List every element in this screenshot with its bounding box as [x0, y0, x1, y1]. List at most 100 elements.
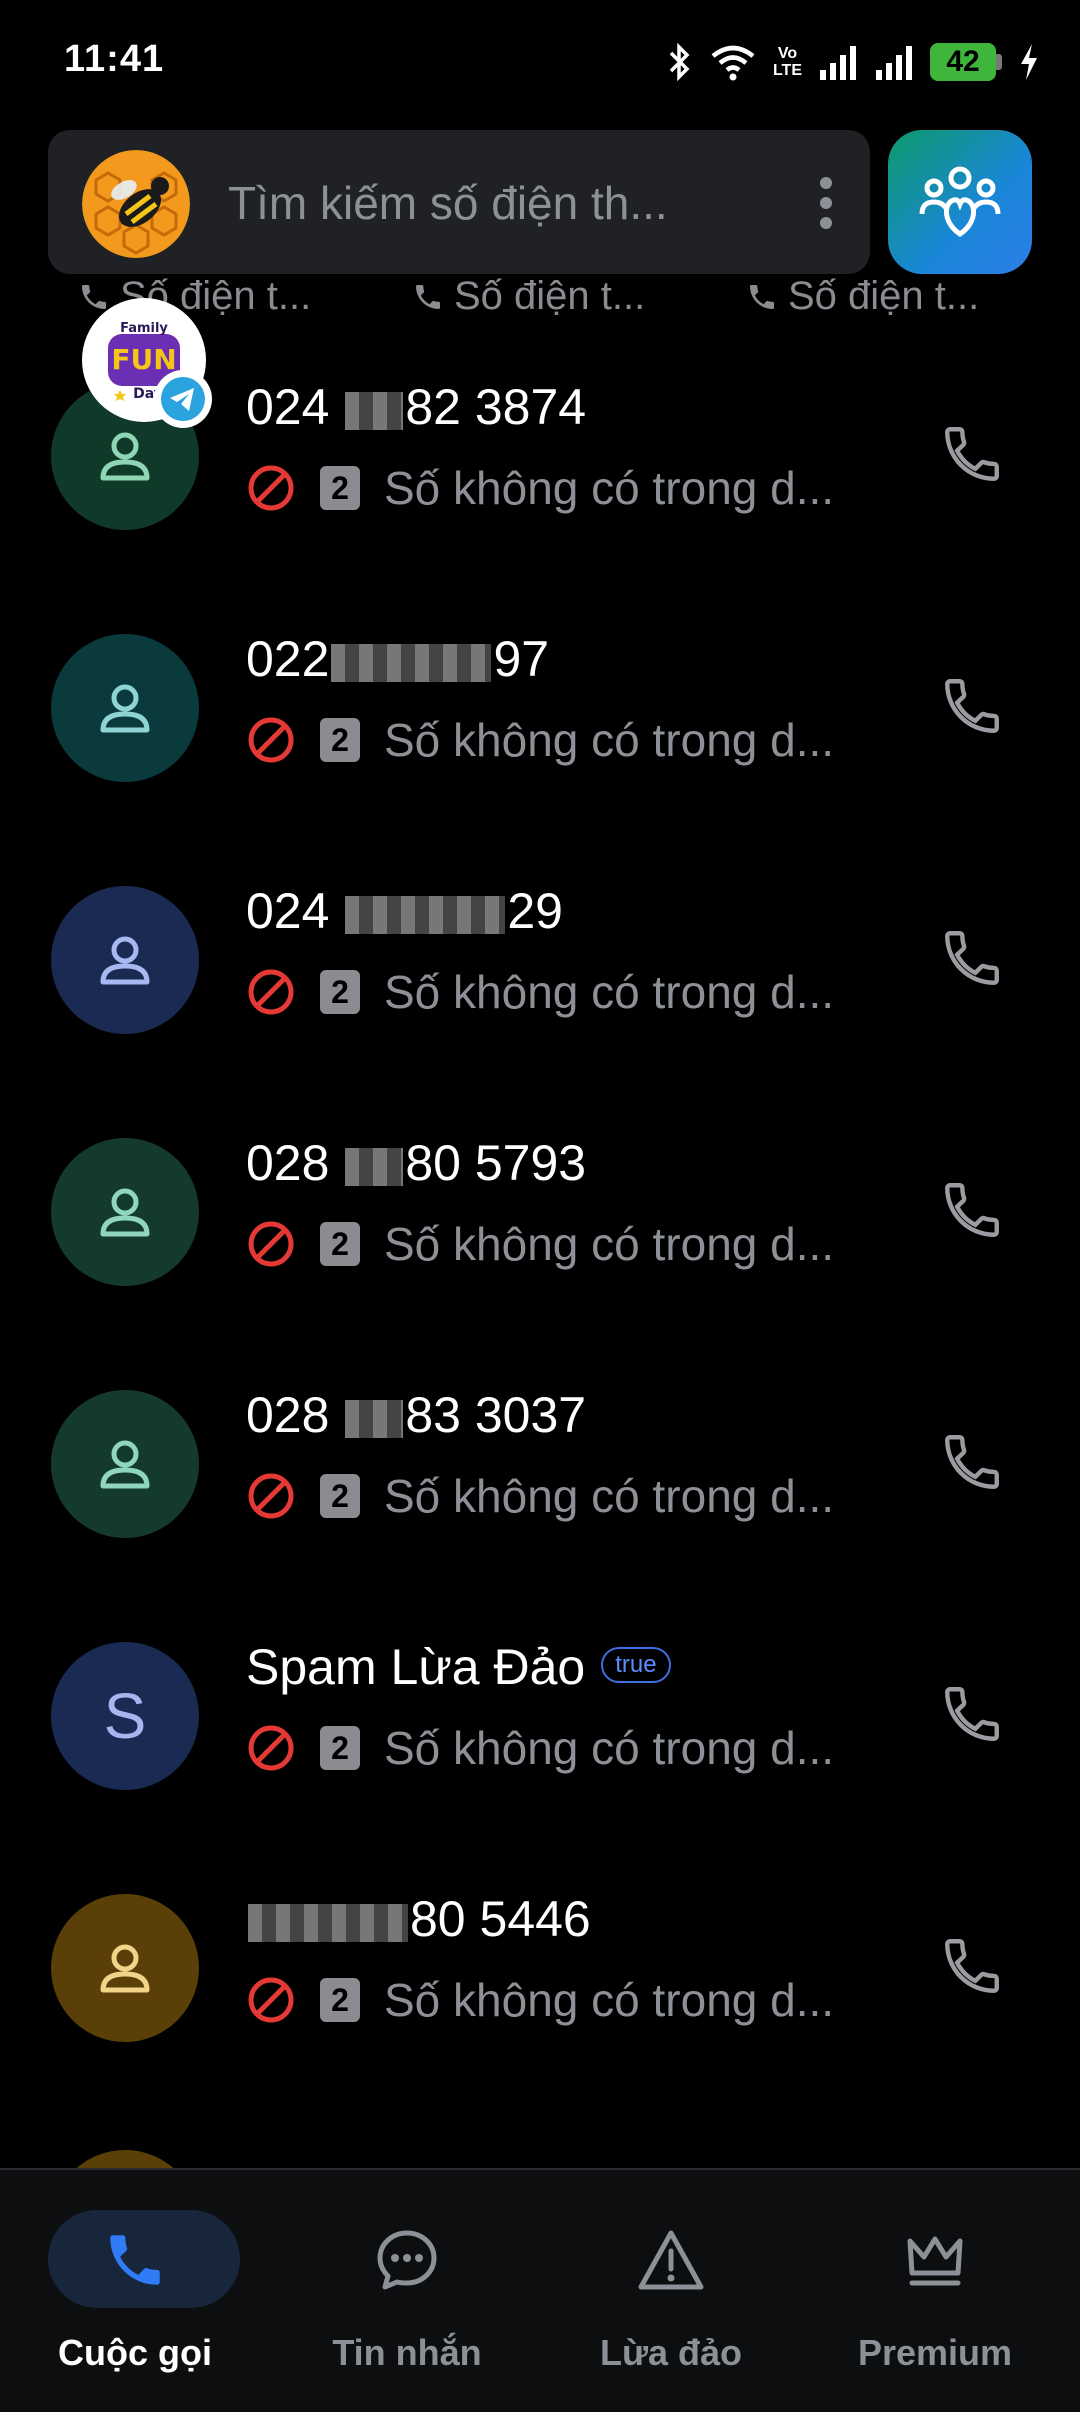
person-icon — [100, 1440, 150, 1489]
sim-badge: 2 — [320, 1222, 360, 1266]
more-vertical-icon — [820, 177, 832, 229]
contact-avatar — [51, 1390, 199, 1538]
phone-number: 022 97 — [246, 630, 549, 688]
battery-icon: 42 — [930, 43, 1002, 81]
phone-number-suffix: 80 5446 — [410, 1891, 591, 1947]
sim-badge: 2 — [320, 1474, 360, 1518]
blocked-icon — [248, 969, 294, 1015]
phone-icon — [945, 1435, 999, 1489]
charging-icon — [1021, 44, 1037, 80]
redacted-digits — [248, 1903, 408, 1942]
message-icon — [377, 2230, 437, 2290]
phone-number-prefix: 024 — [246, 883, 344, 939]
quick-number-chip[interactable]: Số điện t... — [412, 274, 645, 319]
call-status: Số không có trong d... — [384, 1974, 835, 2026]
nav-label: Lừa đảo — [599, 2332, 743, 2373]
bottom-navigation: Cuộc gọi Tin nhắn Lừa đảo Premium — [0, 2168, 1080, 2412]
call-button[interactable] — [930, 1924, 1014, 2008]
nav-icon-container — [536, 2220, 806, 2300]
phone-number: 028 80 5793 — [246, 1134, 586, 1192]
call-log-row[interactable]: 024 29 2 Số không có trong d... — [0, 844, 1080, 1096]
phone-small-icon — [750, 284, 774, 309]
sim-badge: 2 — [320, 970, 360, 1014]
call-log-row[interactable]: 028 83 3037 2 Số không có trong d... — [0, 1348, 1080, 1600]
call-details: 2 Số không có trong d... — [246, 962, 834, 1022]
search-bar[interactable]: Tìm kiếm số điện th... — [48, 130, 870, 274]
crown-icon — [907, 2236, 963, 2286]
nav-label: Cuộc gọi — [58, 2332, 212, 2373]
call-log-row[interactable]: 022 97 2 Số không có trong d... — [0, 592, 1080, 844]
search-input[interactable]: Tìm kiếm số điện th... — [228, 176, 668, 230]
phone-number-prefix: 022 — [246, 631, 330, 687]
sim-badge: 2 — [320, 718, 360, 762]
contact-avatar — [51, 886, 199, 1034]
contact-name: Spam Lừa Đảo true — [246, 1638, 671, 1696]
phone-icon — [945, 1939, 999, 1993]
phone-small-icon — [82, 284, 106, 309]
profile-avatar[interactable] — [82, 150, 190, 258]
blocked-icon — [248, 1221, 294, 1267]
redacted-digits — [345, 1399, 404, 1438]
phone-number-suffix: 97 — [493, 631, 550, 687]
call-details: 2 Số không có trong d... — [246, 458, 834, 518]
blocked-icon — [248, 1725, 294, 1771]
quick-number-label: Số điện t... — [454, 274, 646, 318]
quick-number-chip[interactable]: Số điện t... — [746, 274, 979, 319]
nav-tab-messages[interactable]: Tin nhắn — [272, 2170, 542, 2412]
warning-icon — [638, 2230, 704, 2290]
phone-small-icon — [416, 284, 440, 309]
call-button[interactable] — [930, 1420, 1014, 1504]
contact-avatar — [51, 1138, 199, 1286]
call-details: 2 Số không có trong d... — [246, 1466, 834, 1526]
call-log-row[interactable]: 80 5446 2 Số không có trong d... — [0, 1852, 1080, 2104]
blocked-icon — [248, 717, 294, 763]
status-bar: 11:41 Vo LTE 42 — [0, 0, 1080, 120]
person-icon — [100, 1188, 150, 1237]
person-icon — [100, 432, 150, 481]
phone-number-prefix: 028 — [246, 1387, 344, 1443]
bubble-text-family: Family — [120, 321, 168, 336]
call-button[interactable] — [930, 1672, 1014, 1756]
blocked-icon — [248, 1473, 294, 1519]
sim-badge: 2 — [320, 1726, 360, 1770]
nav-tab-scam[interactable]: Lừa đảo — [536, 2170, 806, 2412]
status-time: 11:41 — [64, 38, 165, 80]
phone-number-suffix: 82 3874 — [405, 379, 587, 435]
call-log-row[interactable]: 028 80 5793 2 Số không có trong d... — [0, 1096, 1080, 1348]
family-protection-button[interactable] — [888, 130, 1032, 274]
battery-cap — [996, 54, 1002, 70]
phone-number: 024 29 — [246, 882, 563, 940]
phone-number: 024 82 3874 — [246, 378, 586, 436]
phone-number-suffix: 80 5793 — [405, 1135, 587, 1191]
call-button[interactable] — [930, 1168, 1014, 1252]
volte-icon: Vo LTE — [773, 45, 802, 79]
call-details: 2 Số không có trong d... — [246, 1970, 834, 2030]
call-button[interactable] — [930, 412, 1014, 496]
volte-line1: Vo — [777, 45, 798, 62]
blocked-icon — [248, 465, 294, 511]
contact-name-text: Spam Lừa Đảo — [246, 1639, 586, 1695]
sim-badge: 2 — [320, 1978, 360, 2022]
redacted-digits — [345, 895, 506, 934]
phone-number-prefix: 028 — [246, 1135, 344, 1191]
person-icon — [100, 1944, 150, 1993]
call-log-row[interactable]: S Spam Lừa Đảo true 2 Số không có trong d… — [0, 1600, 1080, 1852]
more-options-button[interactable] — [796, 158, 856, 248]
contact-avatar — [51, 634, 199, 782]
phone-icon — [945, 931, 999, 985]
phone-icon — [110, 2235, 160, 2285]
redacted-digits — [345, 391, 404, 430]
nav-label: Premium — [857, 2332, 1013, 2373]
volte-line2: LTE — [772, 62, 802, 79]
phone-number-prefix: 024 — [246, 379, 344, 435]
nav-tab-premium[interactable]: Premium — [800, 2170, 1070, 2412]
nav-tab-calls[interactable]: Cuộc gọi — [0, 2170, 270, 2412]
phone-icon — [945, 679, 999, 733]
person-icon — [100, 684, 150, 733]
bee-logo-icon — [82, 150, 190, 258]
call-button[interactable] — [930, 664, 1014, 748]
contact-avatar: S — [51, 1642, 199, 1790]
phone-icon — [945, 1687, 999, 1741]
blocked-icon — [248, 1977, 294, 2023]
call-button[interactable] — [930, 916, 1014, 1000]
